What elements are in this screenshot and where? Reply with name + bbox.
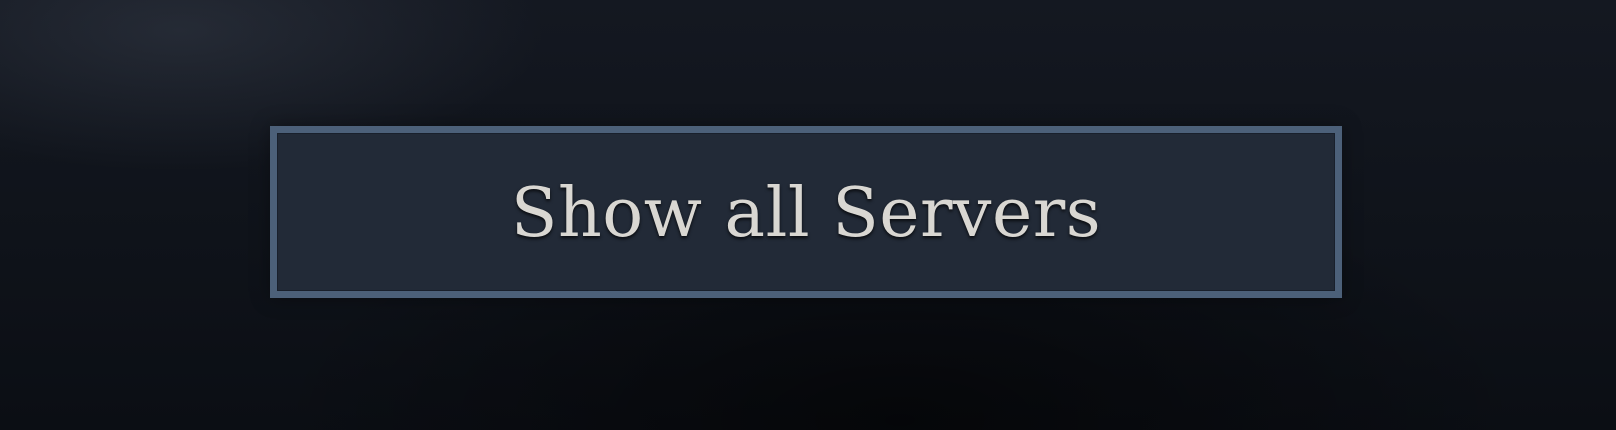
server-browser-panel: Show all Servers — [0, 0, 1616, 430]
show-all-servers-label: Show all Servers — [510, 174, 1102, 253]
show-all-servers-button[interactable]: Show all Servers — [270, 126, 1342, 298]
